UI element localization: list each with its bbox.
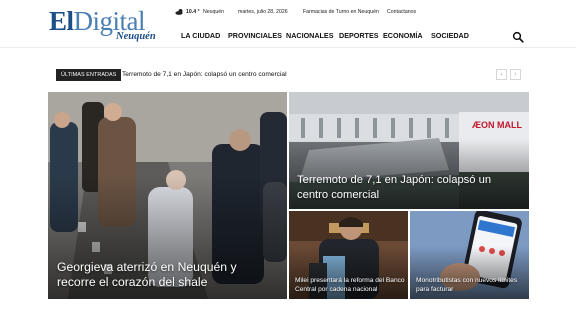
weather-city: Neuquén bbox=[203, 9, 225, 15]
story-title[interactable]: Terremoto de 7,1 en Japón: colapsó un ce… bbox=[297, 173, 502, 202]
story-title[interactable]: Monotributistas con nuevos límites para … bbox=[416, 277, 524, 294]
story-title[interactable]: Milei presentará la reforma del Banco Ce… bbox=[295, 277, 405, 294]
featured-story-earthquake[interactable]: ÆON MALL Terremoto de 7,1 en Japón: cola… bbox=[289, 92, 529, 209]
ticker-badge: ÚLTIMAS ENTRADAS bbox=[56, 69, 122, 81]
partly-cloudy-icon bbox=[175, 7, 184, 17]
story-title[interactable]: Georgieva aterrizó en Neuquén y recorre … bbox=[57, 260, 247, 291]
contact-link[interactable]: Contactanos bbox=[387, 7, 416, 17]
ticker-prev-button[interactable]: ‹ bbox=[496, 69, 507, 80]
featured-story-monotributo[interactable]: Monotributistas con nuevos límites para … bbox=[410, 211, 529, 299]
nav-item-la-ciudad[interactable]: LA CIUDAD bbox=[181, 29, 220, 43]
nav-item-economia[interactable]: ECONOMÍA bbox=[383, 29, 423, 43]
chevron-right-icon: › bbox=[514, 71, 517, 78]
logo-part-el: El bbox=[49, 6, 74, 36]
ticker-next-button[interactable]: › bbox=[510, 69, 521, 80]
nav-item-nacionales[interactable]: NACIONALES bbox=[286, 29, 334, 43]
nav-item-provinciales[interactable]: PROVINCIALES bbox=[228, 29, 282, 43]
nav-item-sociedad[interactable]: SOCIEDAD bbox=[431, 29, 469, 43]
featured-story-main[interactable]: Georgieva aterrizó en Neuquén y recorre … bbox=[48, 92, 287, 299]
ticker-headline[interactable]: Terremoto de 7,1 en Japón: colapsó un ce… bbox=[122, 69, 287, 81]
logo-subtitle: Neuquén bbox=[116, 31, 156, 42]
search-icon[interactable] bbox=[512, 30, 524, 43]
nav-item-deportes[interactable]: DEPORTES bbox=[339, 29, 379, 43]
current-date: martes, julio 28, 2026 bbox=[238, 9, 288, 15]
site-logo[interactable]: ElDigital Neuquén bbox=[49, 7, 159, 43]
mall-sign: ÆON MALL bbox=[472, 120, 522, 130]
featured-story-milei[interactable]: Milei presentará la reforma del Banco Ce… bbox=[289, 211, 408, 299]
chevron-left-icon: ‹ bbox=[500, 71, 503, 78]
weather-temperature: 10.4 ° bbox=[186, 9, 200, 15]
pharmacies-link[interactable]: Farmacias de Turno en Neuquén bbox=[303, 7, 379, 17]
site-header: ElDigital Neuquén 10.4 ° Neuquén martes,… bbox=[0, 0, 576, 48]
